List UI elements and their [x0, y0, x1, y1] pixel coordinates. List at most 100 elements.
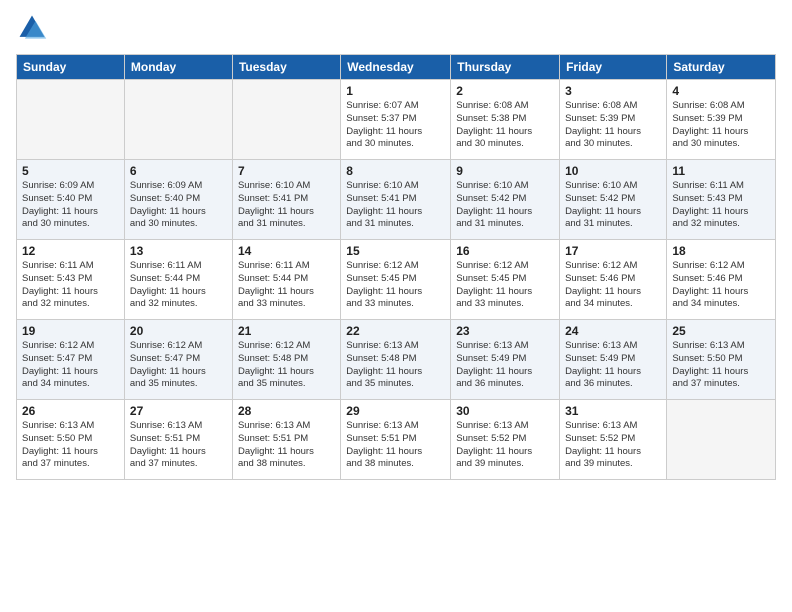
day-number: 8	[346, 164, 445, 178]
day-info: Sunrise: 6:12 AM Sunset: 5:45 PM Dayligh…	[346, 260, 445, 311]
calendar-cell: 25Sunrise: 6:13 AM Sunset: 5:50 PM Dayli…	[667, 320, 776, 400]
calendar-page: SundayMondayTuesdayWednesdayThursdayFrid…	[0, 0, 792, 612]
day-info: Sunrise: 6:08 AM Sunset: 5:39 PM Dayligh…	[565, 100, 661, 151]
day-info: Sunrise: 6:12 AM Sunset: 5:47 PM Dayligh…	[22, 340, 119, 391]
day-info: Sunrise: 6:11 AM Sunset: 5:43 PM Dayligh…	[672, 180, 770, 231]
day-number: 15	[346, 244, 445, 258]
calendar-cell: 16Sunrise: 6:12 AM Sunset: 5:45 PM Dayli…	[451, 240, 560, 320]
weekday-header-wednesday: Wednesday	[341, 55, 451, 80]
calendar-cell: 12Sunrise: 6:11 AM Sunset: 5:43 PM Dayli…	[17, 240, 125, 320]
calendar-cell: 1 Sunrise: 6:07 AM Sunset: 5:37 PM Daylig…	[341, 80, 451, 160]
day-info: Sunrise: 6:12 AM Sunset: 5:48 PM Dayligh…	[238, 340, 335, 391]
day-number: 22	[346, 324, 445, 338]
day-number: 7	[238, 164, 335, 178]
day-info: Sunrise: 6:09 AM Sunset: 5:40 PM Dayligh…	[130, 180, 227, 231]
calendar-cell: 21 Sunrise: 6:12 AM Sunset: 5:48 PM Dayli…	[232, 320, 340, 400]
calendar-cell: 27 Sunrise: 6:13 AM Sunset: 5:51 PM Dayli…	[124, 400, 232, 480]
calendar-cell: 24 Sunrise: 6:13 AM Sunset: 5:49 PM Dayli…	[560, 320, 667, 400]
day-info: Sunrise: 6:12 AM Sunset: 5:47 PM Dayligh…	[130, 340, 227, 391]
calendar-cell: 6 Sunrise: 6:09 AM Sunset: 5:40 PM Daylig…	[124, 160, 232, 240]
day-info: Sunrise: 6:09 AM Sunset: 5:40 PM Dayligh…	[22, 180, 119, 231]
calendar-cell: 22 Sunrise: 6:13 AM Sunset: 5:48 PM Dayli…	[341, 320, 451, 400]
day-info: Sunrise: 6:13 AM Sunset: 5:51 PM Dayligh…	[346, 420, 445, 471]
day-info: Sunrise: 6:13 AM Sunset: 5:50 PM Dayligh…	[22, 420, 119, 471]
calendar-cell	[667, 400, 776, 480]
weekday-header-thursday: Thursday	[451, 55, 560, 80]
calendar-cell: 4 Sunrise: 6:08 AM Sunset: 5:39 PM Daylig…	[667, 80, 776, 160]
calendar-cell	[17, 80, 125, 160]
calendar-cell: 18 Sunrise: 6:12 AM Sunset: 5:46 PM Dayli…	[667, 240, 776, 320]
day-number: 3	[565, 84, 661, 98]
weekday-header-sunday: Sunday	[17, 55, 125, 80]
day-number: 27	[130, 404, 227, 418]
day-info: Sunrise: 6:08 AM Sunset: 5:38 PM Dayligh…	[456, 100, 554, 151]
calendar-cell: 14 Sunrise: 6:11 AM Sunset: 5:44 PM Dayli…	[232, 240, 340, 320]
calendar-cell: 9 Sunrise: 6:10 AM Sunset: 5:42 PM Daylig…	[451, 160, 560, 240]
header	[16, 12, 776, 44]
calendar-week-row: 12Sunrise: 6:11 AM Sunset: 5:43 PM Dayli…	[17, 240, 776, 320]
calendar-cell: 30 Sunrise: 6:13 AM Sunset: 5:52 PM Dayli…	[451, 400, 560, 480]
calendar-cell: 7 Sunrise: 6:10 AM Sunset: 5:41 PM Daylig…	[232, 160, 340, 240]
day-info: Sunrise: 6:13 AM Sunset: 5:48 PM Dayligh…	[346, 340, 445, 391]
calendar-cell: 20 Sunrise: 6:12 AM Sunset: 5:47 PM Dayli…	[124, 320, 232, 400]
day-info: Sunrise: 6:13 AM Sunset: 5:52 PM Dayligh…	[456, 420, 554, 471]
day-info: Sunrise: 6:13 AM Sunset: 5:50 PM Dayligh…	[672, 340, 770, 391]
calendar-week-row: 26 Sunrise: 6:13 AM Sunset: 5:50 PM Dayli…	[17, 400, 776, 480]
day-number: 24	[565, 324, 661, 338]
day-number: 23	[456, 324, 554, 338]
day-number: 14	[238, 244, 335, 258]
calendar-cell: 8 Sunrise: 6:10 AM Sunset: 5:41 PM Daylig…	[341, 160, 451, 240]
calendar-week-row: 1 Sunrise: 6:07 AM Sunset: 5:37 PM Daylig…	[17, 80, 776, 160]
day-info: Sunrise: 6:13 AM Sunset: 5:49 PM Dayligh…	[456, 340, 554, 391]
calendar-cell: 17 Sunrise: 6:12 AM Sunset: 5:46 PM Dayli…	[560, 240, 667, 320]
day-info: Sunrise: 6:10 AM Sunset: 5:42 PM Dayligh…	[565, 180, 661, 231]
calendar-cell	[232, 80, 340, 160]
day-number: 2	[456, 84, 554, 98]
day-info: Sunrise: 6:13 AM Sunset: 5:51 PM Dayligh…	[130, 420, 227, 471]
calendar-cell: 29 Sunrise: 6:13 AM Sunset: 5:51 PM Dayli…	[341, 400, 451, 480]
calendar-cell: 23 Sunrise: 6:13 AM Sunset: 5:49 PM Dayli…	[451, 320, 560, 400]
day-number: 4	[672, 84, 770, 98]
day-number: 6	[130, 164, 227, 178]
day-info: Sunrise: 6:10 AM Sunset: 5:42 PM Dayligh…	[456, 180, 554, 231]
weekday-header-monday: Monday	[124, 55, 232, 80]
day-number: 28	[238, 404, 335, 418]
calendar-cell: 31 Sunrise: 6:13 AM Sunset: 5:52 PM Dayli…	[560, 400, 667, 480]
day-number: 30	[456, 404, 554, 418]
calendar-cell: 15 Sunrise: 6:12 AM Sunset: 5:45 PM Dayli…	[341, 240, 451, 320]
day-info: Sunrise: 6:11 AM Sunset: 5:43 PM Dayligh…	[22, 260, 119, 311]
day-number: 11	[672, 164, 770, 178]
calendar-cell	[124, 80, 232, 160]
calendar-cell: 10 Sunrise: 6:10 AM Sunset: 5:42 PM Dayli…	[560, 160, 667, 240]
day-number: 10	[565, 164, 661, 178]
calendar-table: SundayMondayTuesdayWednesdayThursdayFrid…	[16, 54, 776, 480]
calendar-cell: 19 Sunrise: 6:12 AM Sunset: 5:47 PM Dayli…	[17, 320, 125, 400]
day-info: Sunrise: 6:08 AM Sunset: 5:39 PM Dayligh…	[672, 100, 770, 151]
calendar-cell: 3 Sunrise: 6:08 AM Sunset: 5:39 PM Daylig…	[560, 80, 667, 160]
day-number: 13	[130, 244, 227, 258]
day-number: 31	[565, 404, 661, 418]
day-info: Sunrise: 6:10 AM Sunset: 5:41 PM Dayligh…	[238, 180, 335, 231]
day-info: Sunrise: 6:12 AM Sunset: 5:45 PM Dayligh…	[456, 260, 554, 311]
calendar-week-row: 5Sunrise: 6:09 AM Sunset: 5:40 PM Daylig…	[17, 160, 776, 240]
day-number: 26	[22, 404, 119, 418]
day-number: 19	[22, 324, 119, 338]
day-info: Sunrise: 6:12 AM Sunset: 5:46 PM Dayligh…	[672, 260, 770, 311]
day-number: 9	[456, 164, 554, 178]
day-info: Sunrise: 6:11 AM Sunset: 5:44 PM Dayligh…	[238, 260, 335, 311]
calendar-week-row: 19 Sunrise: 6:12 AM Sunset: 5:47 PM Dayli…	[17, 320, 776, 400]
day-info: Sunrise: 6:12 AM Sunset: 5:46 PM Dayligh…	[565, 260, 661, 311]
day-info: Sunrise: 6:13 AM Sunset: 5:49 PM Dayligh…	[565, 340, 661, 391]
day-number: 1	[346, 84, 445, 98]
day-info: Sunrise: 6:10 AM Sunset: 5:41 PM Dayligh…	[346, 180, 445, 231]
calendar-cell: 2 Sunrise: 6:08 AM Sunset: 5:38 PM Daylig…	[451, 80, 560, 160]
day-number: 21	[238, 324, 335, 338]
day-number: 29	[346, 404, 445, 418]
day-number: 18	[672, 244, 770, 258]
day-number: 20	[130, 324, 227, 338]
day-number: 17	[565, 244, 661, 258]
calendar-cell: 26 Sunrise: 6:13 AM Sunset: 5:50 PM Dayli…	[17, 400, 125, 480]
day-info: Sunrise: 6:13 AM Sunset: 5:52 PM Dayligh…	[565, 420, 661, 471]
day-info: Sunrise: 6:07 AM Sunset: 5:37 PM Dayligh…	[346, 100, 445, 151]
logo	[16, 12, 52, 44]
